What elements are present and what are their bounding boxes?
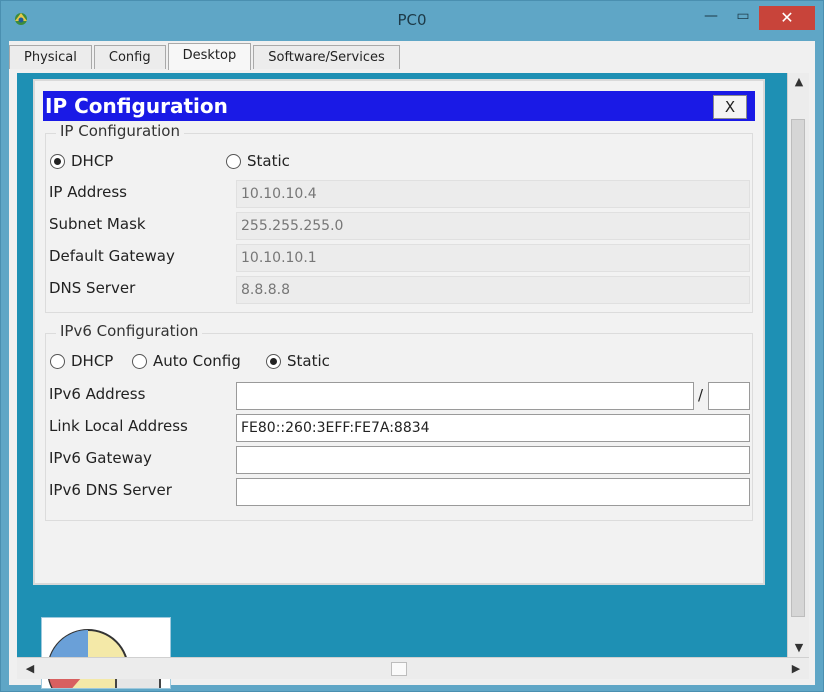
default-gateway-row: Default Gateway 10.10.10.1 xyxy=(46,242,754,272)
ipv6-dns-server-row: IPv6 DNS Server xyxy=(46,476,754,506)
ipv6-address-label: IPv6 Address xyxy=(49,385,146,403)
ip-configuration-title: IP Configuration xyxy=(45,94,228,118)
horizontal-scroll-thumb[interactable] xyxy=(391,662,407,676)
desktop-side-panel xyxy=(769,73,787,657)
ip-configuration-header: IP Configuration X xyxy=(43,91,755,121)
ip-configuration-panel: IP Configuration X IP Configuration DHCP… xyxy=(33,79,765,585)
ipv6-static-radio[interactable] xyxy=(266,353,281,369)
ipv6-address-field[interactable] xyxy=(236,382,694,410)
ipv4-static-label: Static xyxy=(247,152,290,170)
ipv6-address-row: IPv6 Address / xyxy=(46,380,754,410)
ip-address-label: IP Address xyxy=(49,183,127,201)
link-local-address-row: Link Local Address FE80::260:3EFF:FE7A:8… xyxy=(46,412,754,442)
horizontal-scrollbar[interactable]: ◀ ▶ xyxy=(17,657,809,679)
link-local-address-field[interactable]: FE80::260:3EFF:FE7A:8834 xyxy=(236,414,750,442)
ipv6-auto-config-label: Auto Config xyxy=(153,352,241,370)
scroll-right-icon[interactable]: ▶ xyxy=(787,658,805,680)
subnet-mask-label: Subnet Mask xyxy=(49,215,146,233)
minimize-button[interactable]: — xyxy=(697,7,725,27)
ipv6-dhcp-radio[interactable] xyxy=(50,353,65,369)
ipv6-prefix-length-field[interactable] xyxy=(708,382,750,410)
ipv6-gateway-field[interactable] xyxy=(236,446,750,474)
tab-physical[interactable]: Physical xyxy=(9,45,92,69)
default-gateway-label: Default Gateway xyxy=(49,247,175,265)
ip-address-row: IP Address 10.10.10.4 xyxy=(46,178,754,208)
ipv6-auto-config-option[interactable]: Auto Config xyxy=(132,352,241,370)
maximize-button[interactable]: ▭ xyxy=(729,7,757,27)
ipv6-config-group: IPv6 Configuration DHCP Auto Config Stat… xyxy=(45,322,754,521)
ipv6-dhcp-label: DHCP xyxy=(71,352,114,370)
ipv4-config-group: IP Configuration DHCP Static IP Address … xyxy=(45,122,754,313)
scroll-down-icon[interactable]: ▼ xyxy=(788,639,810,657)
tab-software-services[interactable]: Software/Services xyxy=(253,45,400,69)
ipv4-static-radio[interactable] xyxy=(226,153,241,169)
ip-configuration-close-button[interactable]: X xyxy=(713,95,747,119)
tab-config[interactable]: Config xyxy=(93,45,166,69)
ipv4-group-legend: IP Configuration xyxy=(56,122,184,140)
vertical-scroll-thumb[interactable] xyxy=(791,119,805,617)
default-gateway-field[interactable]: 10.10.10.1 xyxy=(236,244,750,272)
tab-bar: Physical Config Desktop Software/Service… xyxy=(9,43,402,71)
dns-server-field[interactable]: 8.8.8.8 xyxy=(236,276,750,304)
ipv6-static-label: Static xyxy=(287,352,330,370)
link-local-address-label: Link Local Address xyxy=(49,417,188,435)
ipv4-dhcp-label: DHCP xyxy=(71,152,114,170)
ipv6-static-option[interactable]: Static xyxy=(266,352,330,370)
title-bar[interactable]: PC0 — ▭ ✕ xyxy=(1,1,823,39)
subnet-mask-field[interactable]: 255.255.255.0 xyxy=(236,212,750,240)
ipv6-auto-config-radio[interactable] xyxy=(132,353,147,369)
ipv6-prefix-separator: / xyxy=(698,386,704,404)
ip-address-field[interactable]: 10.10.10.4 xyxy=(236,180,750,208)
ipv6-gateway-row: IPv6 Gateway xyxy=(46,444,754,474)
scroll-up-icon[interactable]: ▲ xyxy=(788,73,810,91)
ipv4-dhcp-radio[interactable] xyxy=(50,153,65,169)
dns-server-label: DNS Server xyxy=(49,279,136,297)
dns-server-row: DNS Server 8.8.8.8 xyxy=(46,274,754,304)
tab-desktop[interactable]: Desktop xyxy=(167,43,252,70)
scroll-left-icon[interactable]: ◀ xyxy=(21,658,39,680)
subnet-mask-row: Subnet Mask 255.255.255.0 xyxy=(46,210,754,240)
vertical-scrollbar[interactable]: ▲ ▼ xyxy=(787,73,809,657)
ipv6-group-legend: IPv6 Configuration xyxy=(56,322,203,340)
ipv6-dns-server-label: IPv6 DNS Server xyxy=(49,481,172,499)
ipv6-dhcp-option[interactable]: DHCP xyxy=(50,352,113,370)
close-window-button[interactable]: ✕ xyxy=(759,6,815,30)
ipv6-dns-server-field[interactable] xyxy=(236,478,750,506)
ipv6-gateway-label: IPv6 Gateway xyxy=(49,449,152,467)
ipv4-dhcp-option[interactable]: DHCP xyxy=(50,152,113,170)
app-window: PC0 — ▭ ✕ Physical Config Desktop Softwa… xyxy=(0,0,824,692)
ipv4-static-option[interactable]: Static xyxy=(226,152,290,170)
